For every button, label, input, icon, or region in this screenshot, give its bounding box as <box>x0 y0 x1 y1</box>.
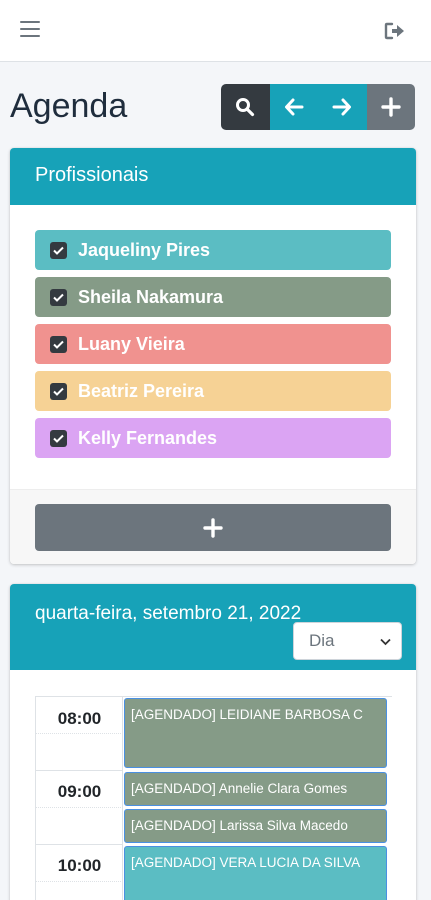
professional-item[interactable]: Luany Vieira <box>35 324 391 364</box>
professional-item[interactable]: Sheila Nakamura <box>35 277 391 317</box>
appointment-event[interactable]: [AGENDADO] Larissa Silva Macedo <box>124 809 387 843</box>
sign-out-icon[interactable] <box>384 21 406 41</box>
professional-item[interactable]: Kelly Fernandes <box>35 418 391 458</box>
professionals-list: Jaqueliny Pires Sheila Nakamura Luany Vi… <box>10 205 416 489</box>
professionals-footer <box>10 489 416 564</box>
professional-name: Kelly Fernandes <box>78 427 218 448</box>
professional-name: Beatriz Pereira <box>78 380 205 401</box>
time-label: 08:00 <box>57 709 102 728</box>
professional-item[interactable]: Jaqueliny Pires <box>35 230 391 270</box>
add-button[interactable] <box>366 84 415 130</box>
time-column: 08:00 09:00 10:00 <box>36 697 123 900</box>
professional-name: Jaqueliny Pires <box>78 239 211 260</box>
appointment-event[interactable]: [AGENDADO] Annelie Clara Gomes <box>124 772 387 806</box>
checkbox-checked-icon[interactable] <box>50 241 67 259</box>
agenda-header: quarta-feira, setembro 21, 2022 Dia <box>10 584 416 670</box>
agenda-card: quarta-feira, setembro 21, 2022 Dia 08:0… <box>10 584 416 900</box>
professional-name: Luany Vieira <box>78 333 185 354</box>
prev-button[interactable] <box>269 84 318 130</box>
appointment-event[interactable]: [AGENDADO] VERA LUCIA DA SILVA <box>124 846 387 900</box>
plus-icon <box>203 517 223 538</box>
arrow-left-icon <box>284 98 304 116</box>
search-icon <box>236 98 255 117</box>
checkbox-checked-icon[interactable] <box>50 382 67 400</box>
page-title: Agenda <box>10 87 128 125</box>
time-label: 10:00 <box>57 856 102 875</box>
time-label: 09:00 <box>57 782 102 801</box>
checkbox-checked-icon[interactable] <box>50 429 67 447</box>
time-slot[interactable] <box>36 882 123 900</box>
checkbox-checked-icon[interactable] <box>50 335 67 353</box>
top-navbar <box>0 0 431 62</box>
professional-item[interactable]: Beatriz Pereira <box>35 371 391 411</box>
appointment-event[interactable]: [AGENDADO] LEIDIANE BARBOSA C <box>124 698 387 768</box>
time-slot[interactable] <box>36 734 123 771</box>
search-button[interactable] <box>221 84 270 130</box>
chevron-down-icon <box>380 638 391 646</box>
professional-name: Sheila Nakamura <box>78 286 224 307</box>
add-professional-button[interactable] <box>35 504 391 551</box>
professionals-card: Profissionais Jaqueliny Pires Sheila Nak… <box>10 148 416 564</box>
bars-icon[interactable] <box>20 21 40 39</box>
professionals-header: Profissionais <box>10 148 416 205</box>
checkbox-checked-icon[interactable] <box>50 288 67 306</box>
day-schedule: 08:00 09:00 10:00 [AGENDADO] LEIDIANE BA… <box>35 696 392 900</box>
next-button[interactable] <box>318 84 367 130</box>
plus-icon <box>381 97 401 117</box>
time-slot[interactable] <box>36 808 123 845</box>
arrow-right-icon <box>332 98 352 116</box>
toolbar-button-group <box>221 84 415 130</box>
view-select-value: Dia <box>309 631 335 650</box>
agenda-date: quarta-feira, setembro 21, 2022 <box>35 603 302 624</box>
view-select[interactable]: Dia <box>293 622 402 660</box>
